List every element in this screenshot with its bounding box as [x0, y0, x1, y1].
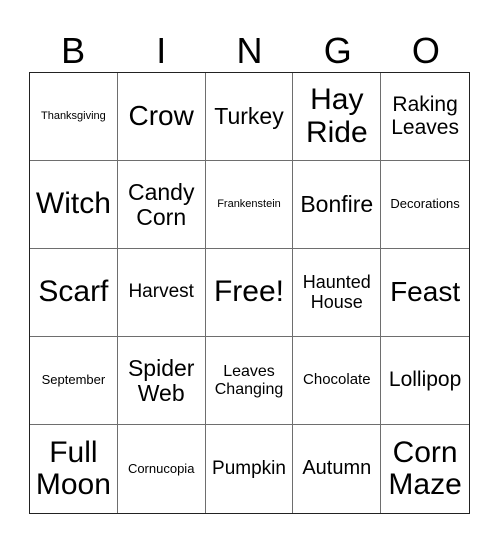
header-letter-g: G [323, 30, 352, 71]
bingo-cell[interactable]: Thanksgiving [30, 73, 118, 161]
cell-label: Spider Web [127, 354, 195, 406]
cell-label: Raking Leaves [391, 92, 459, 139]
cell-label: Free! [213, 275, 284, 309]
cell-label: Hay Ride [305, 83, 368, 149]
bingo-cell[interactable]: Leaves Changing [205, 337, 294, 425]
bingo-header: B I N G O [29, 30, 470, 72]
bingo-cell[interactable]: Raking Leaves [381, 73, 469, 161]
bingo-cell[interactable]: Decorations [381, 161, 469, 249]
cell-label: Pumpkin [212, 457, 286, 479]
cell-label: Corn Maze [388, 435, 462, 501]
bingo-cell[interactable]: Frankenstein [205, 161, 294, 249]
header-letter-o: O [411, 30, 440, 71]
cell-label: Thanksgiving [40, 109, 106, 122]
bingo-cell[interactable]: Witch [30, 161, 118, 249]
header-letter-n: N [236, 30, 263, 71]
bingo-cell[interactable]: Cornucopia [118, 425, 206, 513]
cell-label: Witch [35, 187, 111, 221]
bingo-cell[interactable]: Harvest [117, 249, 206, 337]
cell-label: Harvest [128, 281, 194, 303]
bingo-cell[interactable]: Candy Corn [117, 161, 206, 249]
bingo-cell[interactable]: Spider Web [117, 337, 206, 425]
bingo-cell[interactable]: Haunted House [293, 249, 382, 337]
cell-label: Chocolate [303, 371, 371, 389]
bingo-cell[interactable]: Corn Maze [381, 425, 469, 513]
free-space-cell[interactable]: Free! [205, 249, 294, 337]
bingo-cell[interactable]: Lollipop [381, 337, 469, 425]
cell-label: Cornucopia [127, 460, 195, 476]
bingo-cell[interactable]: September [30, 337, 118, 425]
cell-label: Full Moon [35, 435, 111, 501]
cell-label: Crow [128, 100, 194, 132]
bingo-cell[interactable]: Scarf [30, 249, 118, 337]
header-letter-i: I [156, 30, 167, 71]
bingo-grid: Thanksgiving Crow Turkey Hay Ride Raking… [29, 72, 470, 514]
bingo-cell[interactable]: Autumn [293, 425, 382, 513]
cell-label: Frankenstein [217, 197, 281, 210]
cell-label: Feast [390, 276, 461, 308]
header-letter-b: B [61, 30, 86, 71]
bingo-cell[interactable]: Full Moon [30, 425, 118, 513]
cell-label: Lollipop [388, 368, 462, 392]
bingo-cell[interactable]: Feast [381, 249, 469, 337]
bingo-cell[interactable]: Chocolate [293, 337, 382, 425]
bingo-cell[interactable]: Hay Ride [293, 73, 382, 161]
cell-label: Leaves Changing [214, 363, 284, 398]
cell-label: Candy Corn [127, 178, 195, 230]
cell-label: Autumn [302, 457, 372, 480]
cell-label: Haunted House [302, 272, 371, 312]
cell-label: Bonfire [300, 191, 374, 218]
bingo-cell[interactable]: Bonfire [293, 161, 382, 249]
bingo-cell[interactable]: Pumpkin [206, 425, 294, 513]
bingo-cell[interactable]: Turkey [205, 73, 294, 161]
cell-label: Scarf [38, 275, 109, 309]
bingo-cell[interactable]: Crow [117, 73, 206, 161]
cell-label: September [41, 372, 106, 388]
cell-label: Turkey [214, 103, 284, 130]
cell-label: Decorations [390, 196, 460, 212]
